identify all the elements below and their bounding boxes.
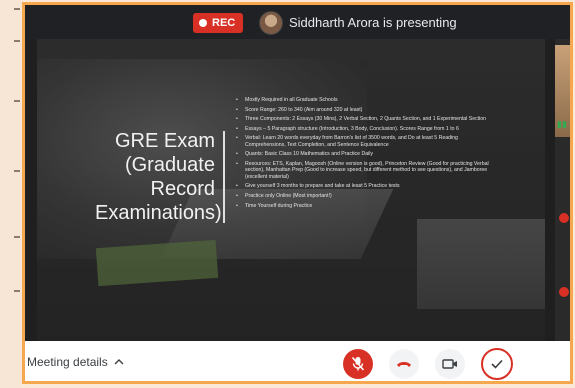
meeting-window: REC Siddharth Arora is presenting GRE Ex… — [22, 2, 573, 384]
camera-toggle-button[interactable] — [435, 349, 465, 379]
margin-mark — [14, 170, 20, 172]
meeting-details-label: Meeting details — [27, 355, 108, 369]
margin-mark — [14, 8, 20, 10]
slide-bullet: Give yourself 3 months to prepare and ta… — [235, 183, 495, 190]
mic-toggle-button[interactable] — [343, 349, 373, 379]
meeting-details-button[interactable]: Meeting details — [27, 355, 124, 369]
slide-divider — [223, 131, 225, 223]
checkmark-icon — [491, 359, 503, 369]
camera-icon — [442, 359, 457, 369]
slide-title: GRE Exam (Graduate Record Examinations) — [95, 130, 222, 224]
bottom-bar: Meeting details — [25, 341, 570, 381]
mic-off-icon — [351, 356, 365, 371]
presenter-avatar — [259, 11, 283, 35]
recording-label: REC — [212, 17, 236, 29]
slide-bullet: Verbal: Learn 20 words everyday from Bar… — [235, 135, 495, 148]
slide-bullet: Three Components: 2 Essays (30 Mins), 2 … — [235, 116, 495, 123]
slide-bullet-list: Mostly Required in all Graduate Schools … — [235, 97, 495, 212]
hang-up-button[interactable] — [389, 349, 419, 379]
slide-bullet: Resources: ETS, Kaplan, Magoosh (Online … — [235, 161, 495, 180]
shared-screen-slide: GRE Exam (Graduate Record Examinations) … — [37, 39, 545, 341]
margin-mark — [14, 290, 20, 292]
top-bar: REC Siddharth Arora is presenting — [25, 5, 570, 39]
record-dot-icon — [199, 19, 207, 27]
chevron-up-icon — [114, 359, 124, 365]
margin-mark — [14, 40, 20, 42]
participant-muted-icon — [559, 287, 569, 297]
presenter-status: Siddharth Arora is presenting — [289, 15, 457, 30]
recording-badge: REC — [193, 13, 244, 33]
slide-bullet: Mostly Required in all Graduate Schools — [235, 97, 495, 104]
page-margin — [0, 0, 22, 388]
participant-muted-icon — [559, 213, 569, 223]
slide-bullet: Time Yourself during Practice — [235, 203, 495, 210]
slide-bullet: Quants: Basic Class 10 Mathematics and P… — [235, 151, 495, 158]
slide-bullet: Practice only Online (Most important!) — [235, 193, 495, 200]
margin-mark — [14, 100, 20, 102]
hang-up-icon — [397, 362, 411, 367]
margin-mark — [14, 236, 20, 238]
slide-bullet: Score Range: 260 to 340 (Aim around 320 … — [235, 107, 495, 114]
slide-bullet: Essays – 5 Paragraph structure (Introduc… — [235, 126, 495, 133]
speaking-indicator-icon: ▮▮ — [557, 119, 567, 129]
confirm-button[interactable] — [481, 348, 513, 380]
